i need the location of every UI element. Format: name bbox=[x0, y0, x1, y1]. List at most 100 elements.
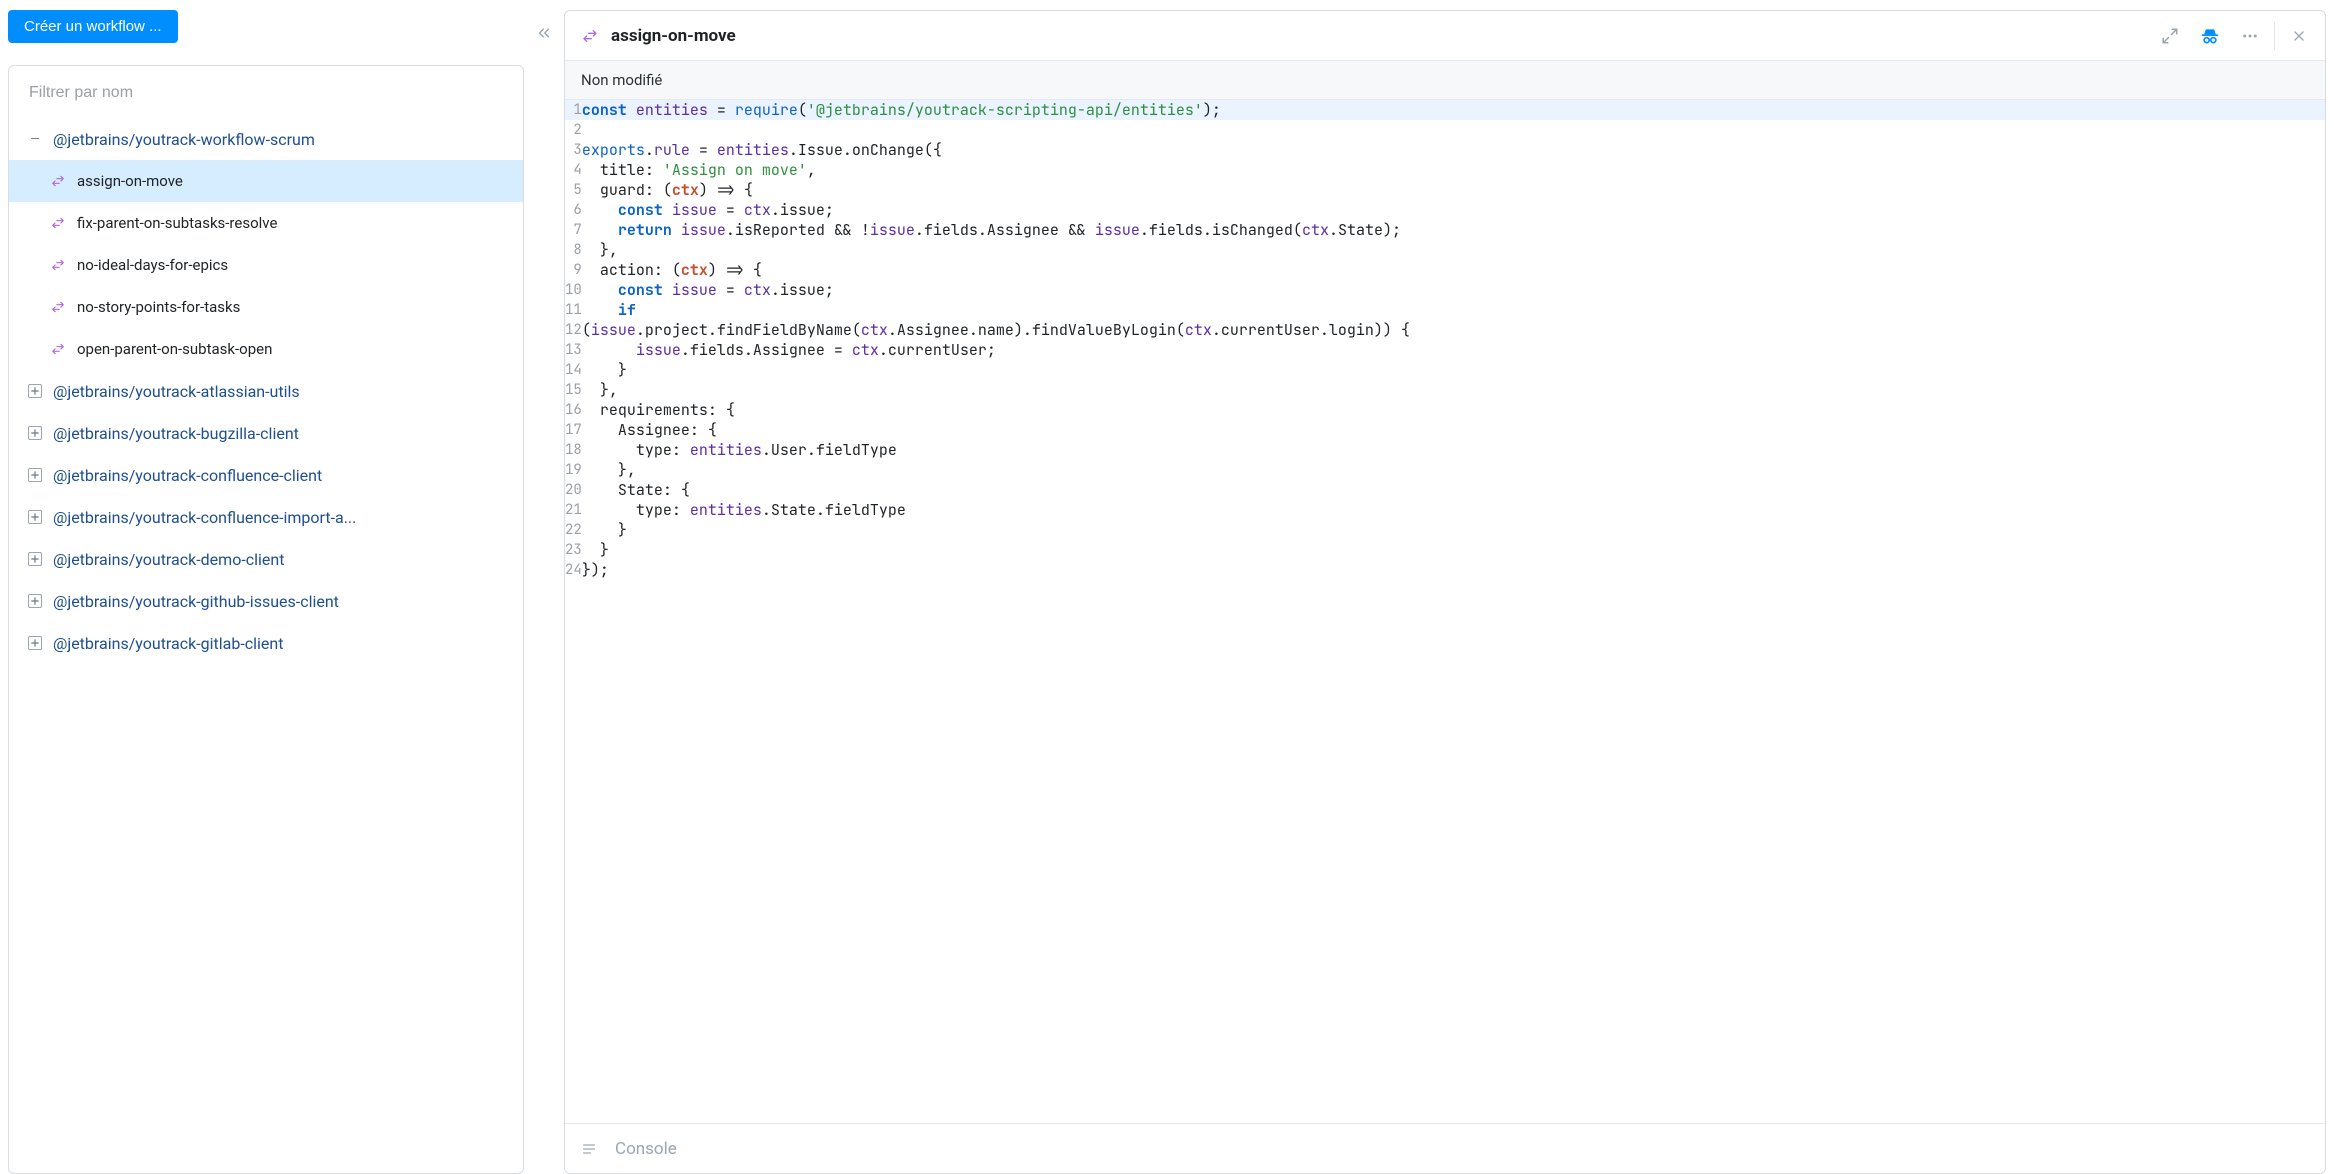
tree-rule-label: fix-parent-on-subtasks-resolve bbox=[77, 214, 277, 232]
code-line[interactable]: exports.rule = entities.Issue.onChange({ bbox=[582, 140, 2325, 160]
line-number: 10 bbox=[565, 280, 582, 300]
code-editor[interactable]: 1const entities = require('@jetbrains/yo… bbox=[565, 100, 2325, 1123]
tree-package-label: @jetbrains/youtrack-confluence-import-a.… bbox=[53, 508, 356, 527]
code-line[interactable]: type: entities.State.fieldType bbox=[582, 500, 2325, 520]
line-number: 14 bbox=[565, 360, 582, 380]
workflow-sidebar: —@jetbrains/youtrack-workflow-scrum assig… bbox=[8, 65, 524, 1174]
code-line[interactable]: action: (ctx) => { bbox=[582, 260, 2325, 280]
close-icon bbox=[2291, 28, 2307, 44]
tree-rule-label: assign-on-move bbox=[77, 172, 183, 190]
line-number: 13 bbox=[565, 340, 582, 360]
tree-package-label: @jetbrains/youtrack-gitlab-client bbox=[53, 634, 283, 653]
console-toggle[interactable]: Console bbox=[565, 1123, 2325, 1173]
tree-package-label: @jetbrains/youtrack-bugzilla-client bbox=[53, 424, 299, 443]
line-number: 19 bbox=[565, 460, 582, 480]
tree-package-label: @jetbrains/youtrack-demo-client bbox=[53, 550, 284, 569]
expand-icon[interactable] bbox=[27, 467, 43, 483]
code-line[interactable]: } bbox=[582, 360, 2325, 380]
tree-rule[interactable]: assign-on-move bbox=[9, 160, 523, 202]
close-editor-button[interactable] bbox=[2279, 16, 2319, 56]
tree-package[interactable]: —@jetbrains/youtrack-workflow-scrum bbox=[9, 118, 523, 160]
code-line[interactable]: title: 'Assign on move', bbox=[582, 160, 2325, 180]
tree-package[interactable]: @jetbrains/youtrack-bugzilla-client bbox=[9, 412, 523, 454]
tree-package[interactable]: @jetbrains/youtrack-demo-client bbox=[9, 538, 523, 580]
console-icon bbox=[581, 1141, 599, 1157]
line-number: 8 bbox=[565, 240, 582, 260]
expand-icon[interactable] bbox=[27, 593, 43, 609]
code-line[interactable]: if bbox=[582, 300, 2325, 320]
expand-icon[interactable] bbox=[27, 509, 43, 525]
code-line[interactable]: requirements: { bbox=[582, 400, 2325, 420]
tree-rule[interactable]: fix-parent-on-subtasks-resolve bbox=[9, 202, 523, 244]
code-line[interactable]: }); bbox=[582, 560, 2325, 580]
code-line[interactable]: guard: (ctx) => { bbox=[582, 180, 2325, 200]
tree-package[interactable]: @jetbrains/youtrack-atlassian-utils bbox=[9, 370, 523, 412]
expand-icon[interactable] bbox=[27, 425, 43, 441]
line-number: 2 bbox=[565, 120, 582, 140]
line-number: 11 bbox=[565, 300, 582, 320]
code-line[interactable]: issue.fields.Assignee = ctx.currentUser; bbox=[582, 340, 2325, 360]
rule-icon bbox=[49, 214, 67, 232]
line-number: 3 bbox=[565, 140, 582, 160]
create-workflow-button[interactable]: Créer un workflow ... bbox=[8, 10, 178, 43]
expand-icon[interactable] bbox=[27, 383, 43, 399]
rule-icon bbox=[581, 27, 599, 45]
editor-title: assign-on-move bbox=[611, 26, 2150, 46]
code-line[interactable]: type: entities.User.fieldType bbox=[582, 440, 2325, 460]
incognito-button[interactable] bbox=[2190, 16, 2230, 56]
tree-rule[interactable]: no-ideal-days-for-epics bbox=[9, 244, 523, 286]
editor-status: Non modifié bbox=[565, 61, 2325, 100]
code-line[interactable]: (issue.project.findFieldByName(ctx.Assig… bbox=[582, 320, 2325, 340]
editor-header: assign-on-move bbox=[565, 11, 2325, 61]
rule-icon bbox=[49, 256, 67, 274]
tree-rule[interactable]: no-story-points-for-tasks bbox=[9, 286, 523, 328]
code-line[interactable]: }, bbox=[582, 460, 2325, 480]
line-number: 1 bbox=[565, 100, 582, 120]
line-number: 5 bbox=[565, 180, 582, 200]
incognito-icon bbox=[2200, 26, 2220, 46]
line-number: 16 bbox=[565, 400, 582, 420]
code-line[interactable]: } bbox=[582, 540, 2325, 560]
line-number: 6 bbox=[565, 200, 582, 220]
line-number: 22 bbox=[565, 520, 582, 540]
line-number: 21 bbox=[565, 500, 582, 520]
code-line[interactable]: Assignee: { bbox=[582, 420, 2325, 440]
tree-package-label: @jetbrains/youtrack-github-issues-client bbox=[53, 592, 339, 611]
tree-package-label: @jetbrains/youtrack-confluence-client bbox=[53, 466, 322, 485]
line-number: 12 bbox=[565, 320, 582, 340]
code-line[interactable]: const entities = require('@jetbrains/you… bbox=[582, 100, 2325, 120]
code-line[interactable]: return issue.isReported && !issue.fields… bbox=[582, 220, 2325, 240]
code-line[interactable]: } bbox=[582, 520, 2325, 540]
filter-input[interactable] bbox=[29, 84, 503, 102]
expand-icon[interactable] bbox=[27, 551, 43, 567]
chevrons-left-icon bbox=[535, 24, 553, 42]
header-separator bbox=[2274, 22, 2275, 50]
rule-icon bbox=[49, 298, 67, 316]
line-number: 15 bbox=[565, 380, 582, 400]
more-horizontal-icon bbox=[2241, 27, 2259, 45]
tree-package[interactable]: @jetbrains/youtrack-confluence-client bbox=[9, 454, 523, 496]
console-label: Console bbox=[615, 1139, 677, 1159]
collapse-sidebar-button[interactable] bbox=[524, 10, 564, 1174]
expand-icon[interactable] bbox=[27, 635, 43, 651]
maximize-icon bbox=[2161, 27, 2179, 45]
line-number: 17 bbox=[565, 420, 582, 440]
tree-rule-label: no-ideal-days-for-epics bbox=[77, 256, 228, 274]
tree-package[interactable]: @jetbrains/youtrack-gitlab-client bbox=[9, 622, 523, 664]
line-number: 7 bbox=[565, 220, 582, 240]
code-line[interactable]: }, bbox=[582, 380, 2325, 400]
line-number: 20 bbox=[565, 480, 582, 500]
tree-package-label: @jetbrains/youtrack-atlassian-utils bbox=[53, 382, 300, 401]
code-line[interactable] bbox=[582, 120, 2325, 140]
expand-editor-button[interactable] bbox=[2150, 16, 2190, 56]
collapse-icon[interactable]: — bbox=[27, 131, 43, 147]
tree-package[interactable]: @jetbrains/youtrack-github-issues-client bbox=[9, 580, 523, 622]
tree-rule[interactable]: open-parent-on-subtask-open bbox=[9, 328, 523, 370]
code-line[interactable]: const issue = ctx.issue; bbox=[582, 200, 2325, 220]
more-actions-button[interactable] bbox=[2230, 16, 2270, 56]
tree-package[interactable]: @jetbrains/youtrack-confluence-import-a.… bbox=[9, 496, 523, 538]
code-line[interactable]: State: { bbox=[582, 480, 2325, 500]
tree-rule-label: no-story-points-for-tasks bbox=[77, 298, 240, 316]
code-line[interactable]: const issue = ctx.issue; bbox=[582, 280, 2325, 300]
code-line[interactable]: }, bbox=[582, 240, 2325, 260]
